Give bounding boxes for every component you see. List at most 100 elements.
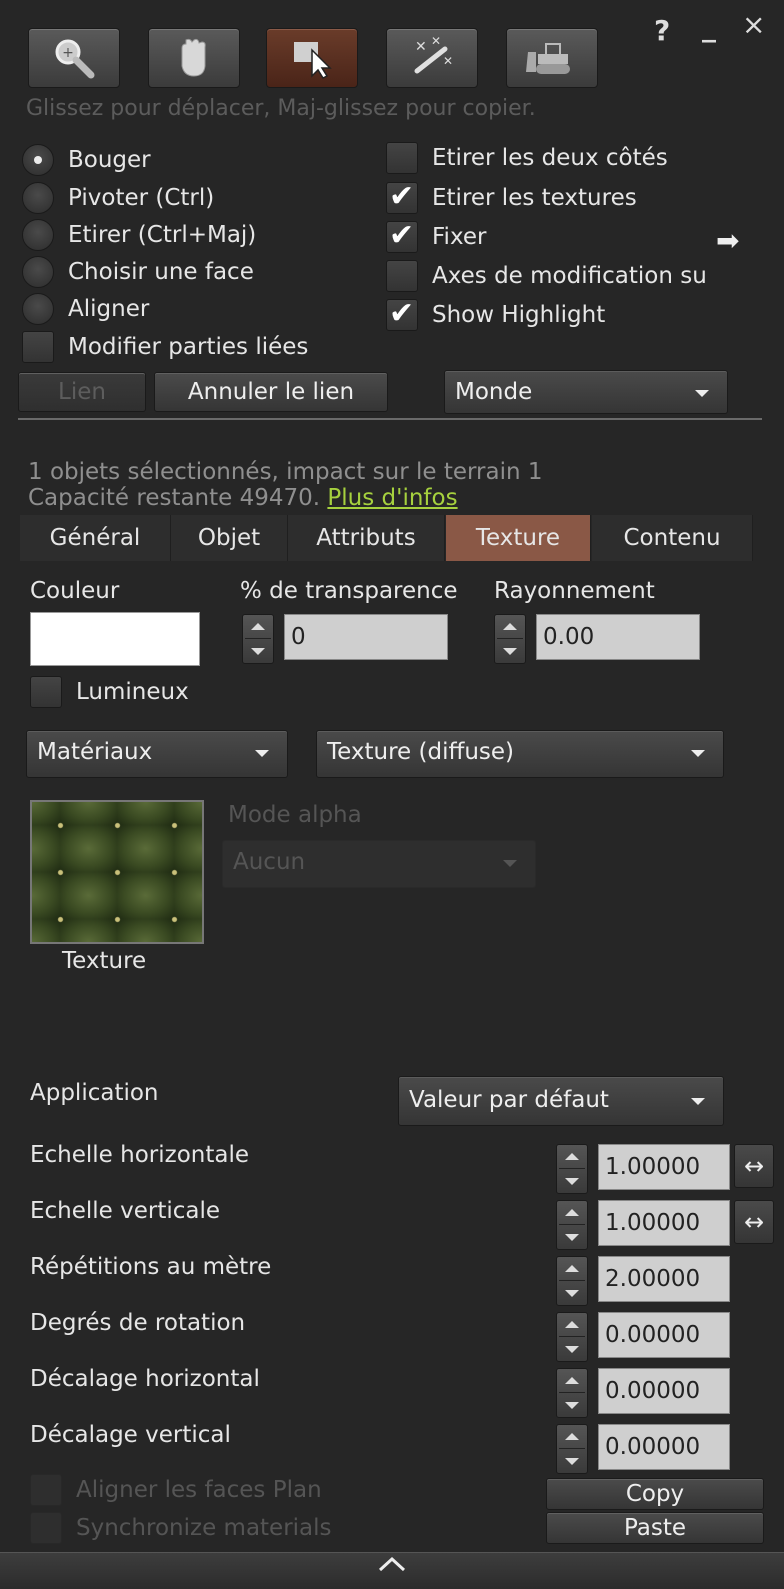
checkmark-icon <box>386 296 418 331</box>
chevron-down-icon <box>255 750 269 757</box>
horizontal-scale-stepper[interactable] <box>556 1144 588 1194</box>
transparency-stepper[interactable] <box>242 614 274 664</box>
zoom-tool-button[interactable]: + <box>28 28 120 88</box>
transparency-input[interactable]: 0 <box>284 614 448 660</box>
paste-button[interactable]: Paste <box>546 1512 764 1544</box>
create-tool-button[interactable]: ✕ ✕ ✕ <box>386 28 478 88</box>
land-tool-button[interactable] <box>506 28 598 88</box>
mapping-label: Application <box>30 1080 159 1106</box>
checkmark-icon <box>386 218 418 253</box>
stepper-up-icon[interactable] <box>565 1377 579 1384</box>
vertical-scale-stepper[interactable] <box>556 1200 588 1250</box>
mode-rotate-radio[interactable]: Pivoter (Ctrl) <box>22 182 214 214</box>
dropdown-value: Texture (diffuse) <box>327 739 514 765</box>
stepper-up-icon[interactable] <box>503 623 517 630</box>
mode-align-radio[interactable]: Aligner <box>22 293 149 325</box>
edit-axis-checkbox[interactable]: Axes de modification su <box>386 260 784 292</box>
mode-move-radio[interactable]: Bouger <box>22 144 151 176</box>
alpha-mode-label: Mode alpha <box>228 802 362 828</box>
flip-vertical-icon[interactable]: ↔ <box>734 1200 774 1244</box>
tab-object[interactable]: Objet <box>171 515 288 561</box>
checkbox-label: Show Highlight <box>432 302 606 328</box>
stepper-down-icon[interactable] <box>251 648 265 655</box>
help-icon[interactable]: ? <box>654 14 670 47</box>
expand-bar[interactable] <box>0 1552 784 1589</box>
radio-selected-icon <box>22 144 54 176</box>
snap-options-arrow-icon[interactable]: ➡ <box>716 224 739 257</box>
vertical-offset-stepper[interactable] <box>556 1424 588 1474</box>
flip-horizontal-icon[interactable]: ↔ <box>734 1144 774 1188</box>
stepper-down-icon[interactable] <box>565 1234 579 1241</box>
link-button[interactable]: Lien <box>18 372 146 412</box>
repeats-per-meter-stepper[interactable] <box>556 1256 588 1306</box>
checkbox-label: Etirer les textures <box>432 185 637 211</box>
zoom-icon: + <box>55 39 95 79</box>
stepper-down-icon[interactable] <box>565 1346 579 1353</box>
checkbox-icon <box>386 260 418 292</box>
mode-select-face-radio[interactable]: Choisir une face <box>22 256 254 288</box>
modify-linked-checkbox[interactable]: Modifier parties liées <box>22 331 308 363</box>
color-swatch[interactable] <box>30 612 200 666</box>
svg-text:✕: ✕ <box>415 39 427 55</box>
stepper-down-icon[interactable] <box>565 1178 579 1185</box>
minimize-icon[interactable]: _ <box>702 10 716 43</box>
stepper-down-icon[interactable] <box>565 1290 579 1297</box>
mode-stretch-radio[interactable]: Etirer (Ctrl+Maj) <box>22 219 256 251</box>
checkmark-icon <box>386 179 418 214</box>
radio-icon <box>22 293 54 325</box>
ruler-mode-dropdown[interactable]: Monde <box>444 370 728 414</box>
texture-thumbnail[interactable] <box>30 800 204 944</box>
stepper-up-icon[interactable] <box>565 1153 579 1160</box>
glow-input[interactable]: 0.00 <box>536 614 700 660</box>
radio-icon <box>22 182 54 214</box>
repeats-per-meter-label: Répétitions au mètre <box>30 1254 272 1280</box>
horizontal-scale-input[interactable]: 1.00000 <box>598 1144 730 1190</box>
tab-texture[interactable]: Texture <box>446 515 591 561</box>
stretch-textures-checkbox[interactable]: Etirer les textures <box>386 179 637 214</box>
alpha-mode-dropdown[interactable]: Aucun <box>222 840 536 888</box>
vertical-scale-input[interactable]: 1.00000 <box>598 1200 730 1246</box>
horizontal-offset-input[interactable]: 0.00000 <box>598 1368 730 1414</box>
show-highlight-checkbox[interactable]: Show Highlight <box>386 296 606 331</box>
rotation-degrees-stepper[interactable] <box>556 1312 588 1362</box>
rotation-degrees-input[interactable]: 0.00000 <box>598 1312 730 1358</box>
horizontal-offset-stepper[interactable] <box>556 1368 588 1418</box>
stepper-up-icon[interactable] <box>565 1209 579 1216</box>
dropdown-value: Monde <box>455 379 533 405</box>
copy-button[interactable]: Copy <box>546 1478 764 1510</box>
checkbox-label: Modifier parties liées <box>68 334 309 360</box>
stepper-up-icon[interactable] <box>565 1265 579 1272</box>
fullbright-checkbox[interactable]: Lumineux <box>30 676 189 708</box>
rotation-degrees-label: Degrés de rotation <box>30 1310 246 1336</box>
stepper-down-icon[interactable] <box>565 1458 579 1465</box>
stepper-down-icon[interactable] <box>565 1402 579 1409</box>
texture-type-dropdown[interactable]: Texture (diffuse) <box>316 730 724 778</box>
materials-dropdown[interactable]: Matériaux <box>26 730 288 778</box>
tab-content[interactable]: Contenu <box>592 515 753 561</box>
glow-stepper[interactable] <box>494 614 526 664</box>
grab-tool-button[interactable] <box>148 28 240 88</box>
stretch-both-sides-checkbox[interactable]: Etirer les deux côtés <box>386 142 668 174</box>
more-info-link[interactable]: Plus d'infos <box>327 485 457 511</box>
stepper-up-icon[interactable] <box>565 1321 579 1328</box>
vertical-scale-label: Echelle verticale <box>30 1198 221 1224</box>
stepper-down-icon[interactable] <box>503 648 517 655</box>
chevron-up-icon[interactable] <box>377 1555 407 1573</box>
unlink-button[interactable]: Annuler le lien <box>154 372 388 412</box>
repeats-per-meter-input[interactable]: 2.00000 <box>598 1256 730 1302</box>
chevron-down-icon <box>691 1098 705 1105</box>
edit-tool-button[interactable] <box>266 28 358 88</box>
stepper-up-icon[interactable] <box>251 623 265 630</box>
mode-label: Choisir une face <box>68 259 254 285</box>
sync-materials-checkbox[interactable]: Synchronize materials <box>30 1512 332 1544</box>
grab-hand-icon <box>181 38 206 77</box>
svg-text:✕: ✕ <box>431 35 441 48</box>
snap-checkbox[interactable]: Fixer <box>386 218 486 253</box>
tab-general[interactable]: Général <box>20 515 171 561</box>
align-planar-checkbox[interactable]: Aligner les faces Plan <box>30 1474 322 1506</box>
vertical-offset-input[interactable]: 0.00000 <box>598 1424 730 1470</box>
mapping-dropdown[interactable]: Valeur par défaut <box>398 1076 724 1126</box>
stepper-up-icon[interactable] <box>565 1433 579 1440</box>
tab-features[interactable]: Attributs <box>288 515 445 561</box>
close-icon[interactable]: × <box>742 8 765 41</box>
